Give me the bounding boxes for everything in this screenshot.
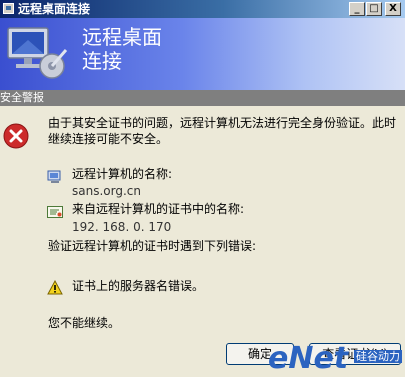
watermark-logo: eNet 硅谷动力 xyxy=(268,340,405,377)
app-icon xyxy=(3,3,14,14)
cert-name-label: 来自远程计算机的证书中的名称: xyxy=(72,202,245,216)
window-title-bar[interactable]: 远程桌面连接 _ □ X xyxy=(0,0,405,18)
banner-title-line2: 连接 xyxy=(82,49,122,73)
watermark-brand: eNet xyxy=(268,341,349,376)
computer-icon xyxy=(47,170,61,183)
certificate-icon xyxy=(47,206,63,218)
security-alert-dialog: 由于其安全证书的问题，远程计算机无法进行完全身份验证。此时 继续连接可能不安全。… xyxy=(0,106,405,377)
message-line1: 由于其安全证书的问题，远程计算机无法进行完全身份验证。此时 xyxy=(48,116,397,130)
remote-desktop-window: 远程桌面连接 _ □ X 远程桌面 连接 安全警报 由于其安全证书的问题，远程计… xyxy=(0,0,405,377)
remote-desktop-logo-icon xyxy=(7,27,68,79)
dialog-title-bar[interactable]: 安全警报 xyxy=(0,90,405,106)
minimize-button[interactable]: _ xyxy=(349,2,365,16)
error-icon xyxy=(3,123,29,149)
cert-name-value: 192. 168. 0. 170 xyxy=(72,220,172,234)
close-button[interactable]: X xyxy=(385,2,401,16)
window-title: 远程桌面连接 xyxy=(18,2,91,16)
message-line2: 继续连接可能不安全。 xyxy=(48,132,169,146)
watermark-sub: 硅谷动力 xyxy=(354,350,402,363)
errors-heading: 验证远程计算机的证书时遇到下列错误: xyxy=(48,239,257,253)
banner: 远程桌面 连接 xyxy=(0,18,405,90)
computer-name-value: sans.org.cn xyxy=(72,184,141,198)
cannot-continue-text: 您不能继续。 xyxy=(48,316,121,330)
warning-icon xyxy=(47,280,63,295)
computer-name-label: 远程计算机的名称: xyxy=(72,167,173,181)
error-item: 证书上的服务器名错误。 xyxy=(72,279,205,293)
banner-title-line1: 远程桌面 xyxy=(82,25,162,49)
maximize-button[interactable]: □ xyxy=(366,2,382,16)
dialog-title: 安全警报 xyxy=(0,91,44,104)
